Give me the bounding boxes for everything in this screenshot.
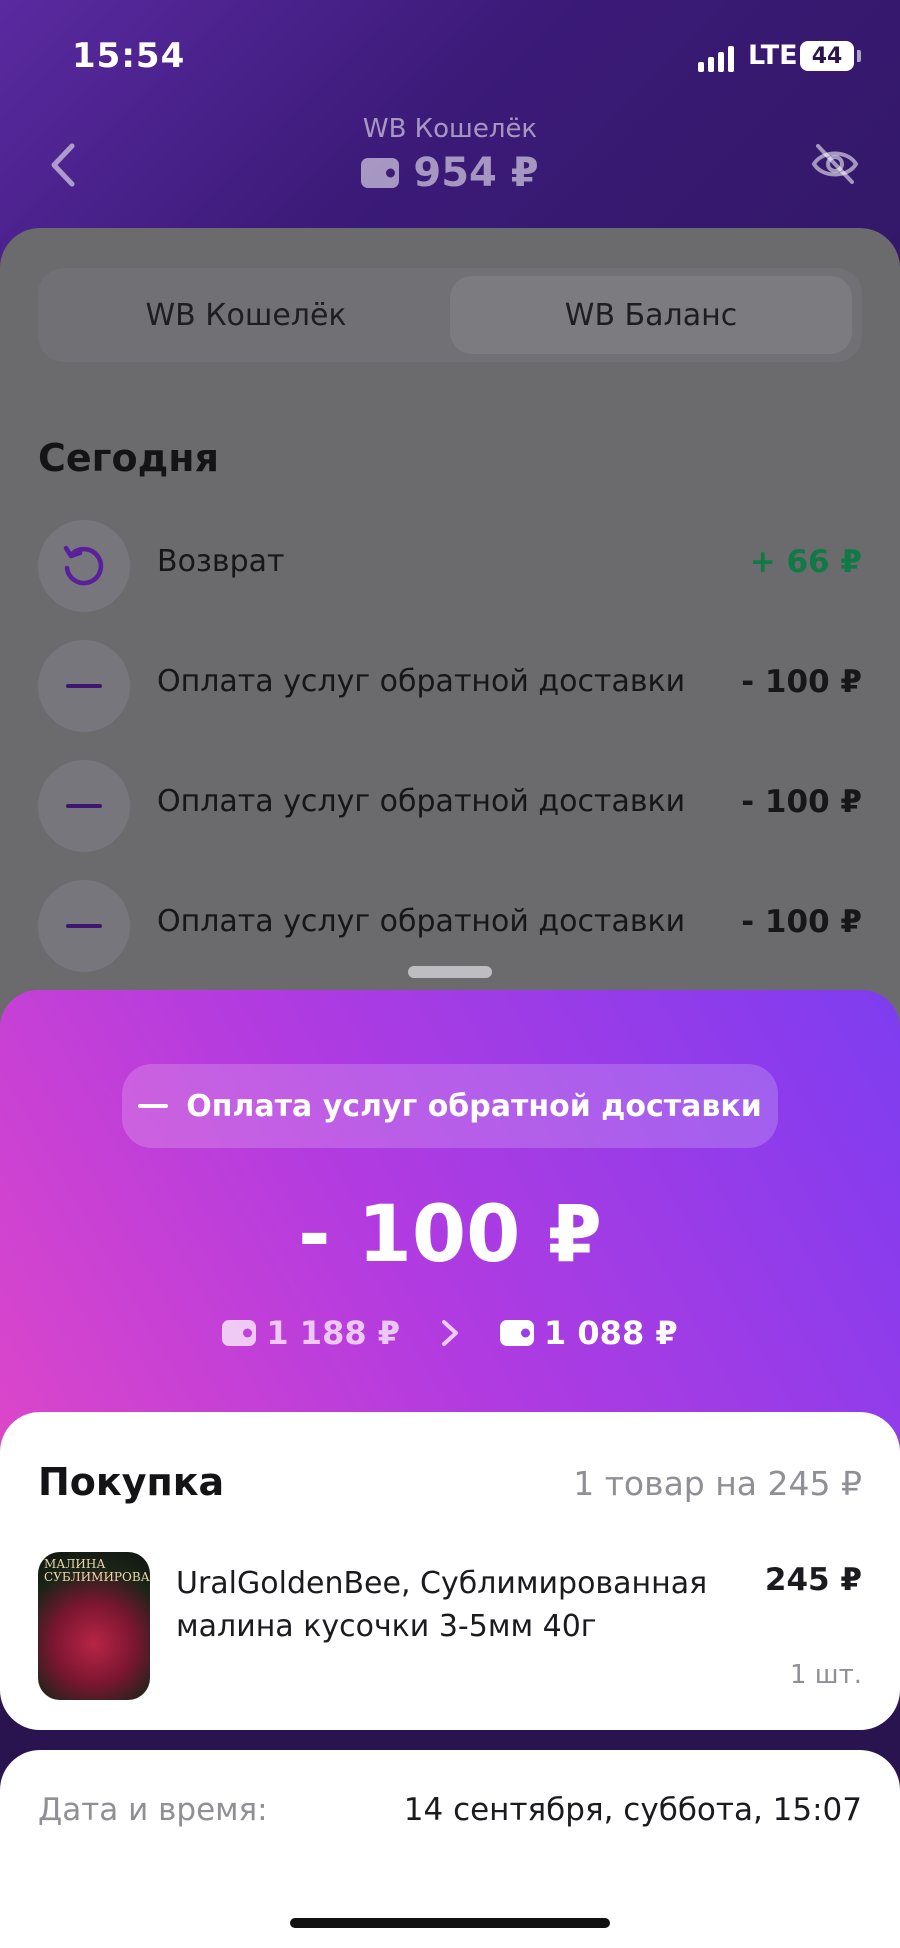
purchase-card: Покупка 1 товар на 245 ₽ МАЛИНА СУБЛИМИР…: [0, 1412, 900, 1730]
battery-level: 44: [811, 43, 843, 69]
purchase-summary: 1 товар на 245 ₽: [573, 1464, 862, 1503]
chevron-right-icon: [442, 1320, 458, 1346]
transaction-label: Возврат: [157, 544, 285, 579]
network-label: LTE: [748, 40, 798, 71]
battery-icon: 44: [800, 41, 854, 71]
page-title: WB Кошелёк: [362, 114, 538, 144]
home-indicator[interactable]: [290, 1918, 610, 1928]
minus-icon: [38, 640, 130, 732]
balance-before: 1 188 ₽: [266, 1314, 400, 1352]
wallet-icon: [500, 1320, 534, 1346]
transaction-label: Оплата услуг обратной доставки: [157, 784, 686, 819]
minus-icon: [138, 1104, 169, 1108]
product-image[interactable]: МАЛИНА СУБЛИМИРОВАННАЯ: [38, 1552, 150, 1700]
wallet-tabs: WB Кошелёк WB Баланс: [38, 268, 862, 362]
minus-icon: [38, 760, 130, 852]
transaction-amount: - 100 ₽: [741, 904, 862, 940]
balance-after: 1 088 ₽: [544, 1314, 678, 1352]
product-price: 245 ₽: [764, 1562, 862, 1598]
app-header: WB Кошелёк 954 ₽: [0, 110, 900, 220]
product-name[interactable]: UralGoldenBee, Сублимированная малина ку…: [176, 1562, 736, 1648]
transaction-label: Оплата услуг обратной доставки: [157, 904, 686, 939]
tab-wb-wallet[interactable]: WB Кошелёк: [46, 276, 446, 354]
refund-icon: [38, 520, 130, 612]
status-bar: 15:54 LTE 44: [0, 0, 900, 110]
signal-icon: [698, 46, 734, 72]
product-image-text: МАЛИНА СУБЛИМИРОВАННАЯ: [44, 1557, 150, 1585]
sheet-drag-handle[interactable]: [408, 966, 492, 978]
transaction-row[interactable]: Возврат + 66 ₽: [0, 516, 900, 616]
transaction-amount-large: - 100 ₽: [298, 1190, 602, 1280]
wallet-icon: [222, 1320, 257, 1346]
balance-change: 1 188 ₽ 1 088 ₽: [0, 1314, 900, 1352]
minus-icon: [38, 880, 130, 972]
transaction-row[interactable]: Оплата услуг обратной доставки - 100 ₽: [0, 756, 900, 856]
transaction-label: Оплата услуг обратной доставки: [157, 664, 686, 699]
wallet-balance-value: 954 ₽: [413, 150, 539, 196]
transaction-row[interactable]: Оплата услуг обратной доставки - 100 ₽: [0, 636, 900, 736]
eye-off-icon[interactable]: [810, 142, 860, 186]
balance-after-group: 1 088 ₽: [500, 1314, 678, 1352]
purchase-title: Покупка: [38, 1460, 225, 1504]
product-quantity: 1 шт.: [789, 1660, 862, 1690]
transaction-amount: - 100 ₽: [741, 784, 862, 820]
transaction-amount: - 100 ₽: [741, 664, 862, 700]
transaction-type-label: Оплата услуг обратной доставки: [186, 1088, 762, 1124]
datetime-label: Дата и время:: [38, 1792, 268, 1828]
transaction-row[interactable]: Оплата услуг обратной доставки - 100 ₽: [0, 876, 900, 976]
status-time: 15:54: [72, 36, 186, 76]
battery-tip: [857, 50, 861, 62]
transaction-type-badge: Оплата услуг обратной доставки: [122, 1064, 778, 1148]
wallet-balance: 954 ₽: [0, 150, 900, 196]
datetime-value: 14 сентября, суббота, 15:07: [403, 1792, 862, 1828]
wallet-icon: [361, 158, 400, 188]
transaction-amount: + 66 ₽: [749, 544, 862, 580]
section-title: Сегодня: [38, 436, 219, 480]
tab-wb-balance[interactable]: WB Баланс: [450, 276, 852, 354]
